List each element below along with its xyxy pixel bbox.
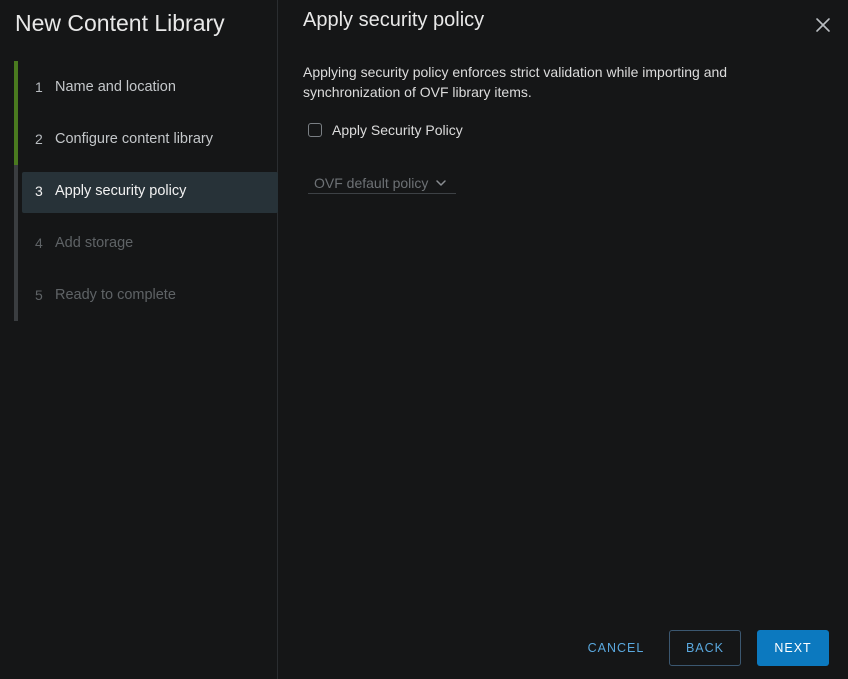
step-label: Ready to complete bbox=[55, 287, 176, 303]
cancel-button[interactable]: CANCEL bbox=[578, 630, 654, 666]
apply-security-policy-checkbox[interactable] bbox=[308, 123, 322, 137]
apply-security-policy-checkbox-row[interactable]: Apply Security Policy bbox=[308, 122, 463, 138]
step-number: 2 bbox=[35, 131, 43, 147]
security-policy-select[interactable]: OVF default policy bbox=[308, 172, 456, 194]
back-button[interactable]: BACK bbox=[669, 630, 741, 666]
step-label: Configure content library bbox=[55, 131, 213, 147]
wizard-step-add-storage: 4 Add storage bbox=[14, 217, 278, 269]
step-rail bbox=[14, 165, 18, 217]
step-number: 3 bbox=[35, 183, 43, 199]
close-icon bbox=[816, 18, 830, 32]
wizard-nav: New Content Library 1 Name and location … bbox=[0, 0, 278, 679]
page-title: Apply security policy bbox=[303, 9, 485, 31]
wizard-content: Apply security policy Applying security … bbox=[278, 0, 848, 679]
policy-description: Applying security policy enforces strict… bbox=[303, 64, 728, 100]
step-rail bbox=[14, 61, 18, 113]
step-rail bbox=[14, 269, 18, 321]
select-value: OVF default policy bbox=[314, 174, 429, 191]
step-number: 1 bbox=[35, 79, 43, 95]
wizard-step-configure-content-library[interactable]: 2 Configure content library bbox=[14, 113, 278, 165]
step-label: Add storage bbox=[55, 235, 134, 251]
wizard-steps: 1 Name and location 2 Configure content … bbox=[14, 61, 278, 324]
step-label: Name and location bbox=[55, 79, 176, 95]
step-label: Apply security policy bbox=[55, 183, 187, 199]
new-content-library-dialog: New Content Library 1 Name and location … bbox=[0, 0, 848, 679]
step-number: 5 bbox=[35, 287, 43, 303]
chevron-down-icon bbox=[436, 179, 447, 186]
wizard-step-apply-security-policy[interactable]: 3 Apply security policy bbox=[14, 165, 278, 217]
wizard-title: New Content Library bbox=[15, 10, 225, 36]
step-rail bbox=[14, 113, 18, 165]
checkbox-label: Apply Security Policy bbox=[332, 122, 463, 138]
next-button[interactable]: NEXT bbox=[757, 630, 829, 666]
close-button[interactable] bbox=[812, 14, 834, 36]
step-rail bbox=[14, 217, 18, 269]
wizard-step-name-and-location[interactable]: 1 Name and location bbox=[14, 61, 278, 113]
step-number: 4 bbox=[35, 235, 43, 251]
wizard-step-ready-to-complete: 5 Ready to complete bbox=[14, 269, 278, 321]
